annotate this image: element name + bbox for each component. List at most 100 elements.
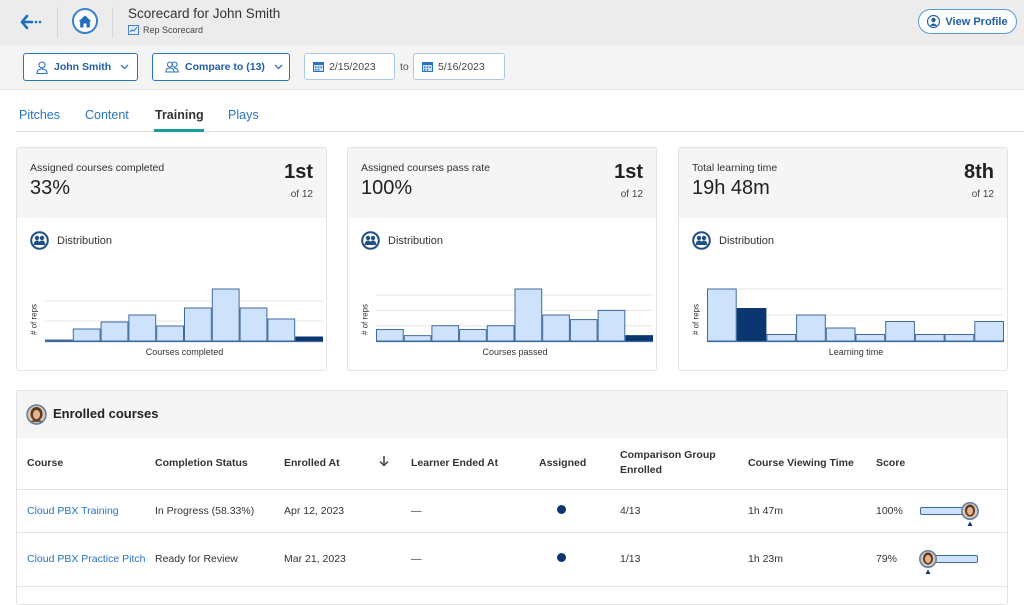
metric-card-learning-time: Total learning time 19h 48m 8th of 12 Di… (678, 147, 1008, 371)
assigned-indicator-icon (557, 553, 566, 562)
histogram-bar-current-rep (295, 336, 324, 342)
enrolled-courses-table: Course Completion Status Enrolled At Lea… (17, 438, 1007, 587)
column-header-assigned[interactable]: Assigned (539, 438, 620, 490)
home-icon (78, 15, 92, 27)
histogram-bar-current-rep (625, 335, 653, 342)
scorecard-chart-icon (128, 25, 139, 35)
tab-plays[interactable]: Plays (228, 108, 259, 122)
histogram-bar (825, 327, 856, 342)
start-date-input[interactable]: 2/15/2023 (304, 53, 395, 80)
histogram-bar (72, 328, 101, 342)
histogram-bar (944, 334, 975, 342)
enrolled-at: Apr 12, 2023 (284, 489, 379, 533)
column-header-score[interactable]: Score (876, 438, 919, 490)
top-bar: Scorecard for John Smith Rep Scorecard V… (0, 0, 1024, 45)
histogram-bar (267, 318, 296, 342)
metric-rank-of: of 12 (290, 189, 313, 200)
learner-ended-at: — (411, 532, 539, 587)
comparison-group-enrolled: 4/13 (620, 489, 748, 533)
metric-rank-of: of 12 (971, 189, 994, 200)
metric-value: 33% (30, 177, 71, 199)
comparison-group-enrolled: 1/13 (620, 532, 748, 587)
histogram-bar (376, 329, 404, 342)
enrolled-courses-panel: Enrolled courses Course Completion Statu… (16, 390, 1008, 605)
tab-training[interactable]: Training (155, 108, 204, 122)
profile-icon (927, 15, 941, 28)
rep-selector-button[interactable]: John Smith (23, 53, 138, 81)
column-header-comparison-group-enrolled[interactable]: Comparison Group Enrolled (620, 438, 748, 490)
table-row: Cloud PBX Practice Pitch Ready for Revie… (17, 532, 1007, 587)
x-axis-label: Courses completed (145, 347, 224, 357)
metric-rank: 8th (964, 161, 994, 183)
card-header: Assigned courses completed 33% 1st of 12 (17, 148, 326, 218)
histogram-bar (403, 335, 432, 342)
distribution-header: Distribution (692, 231, 774, 250)
card-header: Assigned courses pass rate 100% 1st of 1… (348, 148, 656, 218)
subtitle-text: Rep Scorecard (143, 25, 204, 35)
divider (112, 7, 113, 38)
completion-status: Ready for Review (155, 532, 284, 587)
distribution-label: Distribution (57, 234, 113, 247)
course-viewing-time: 1h 47m (748, 489, 876, 533)
metric-title: Assigned courses pass rate (361, 162, 490, 174)
histogram-bar (459, 329, 487, 342)
panel-header: Enrolled courses (17, 391, 1007, 438)
rep-position-marker[interactable] (919, 549, 937, 575)
tab-pitches[interactable]: Pitches (19, 108, 60, 122)
histogram-bar (542, 314, 570, 342)
column-header-course-viewing-time[interactable]: Course Viewing Time (748, 438, 876, 490)
course-link[interactable]: Cloud PBX Practice Pitch (27, 553, 145, 565)
score-bar-cell (919, 532, 1007, 587)
sort-toggle[interactable] (379, 438, 411, 490)
end-date-input[interactable]: 5/16/2023 (413, 53, 505, 80)
metric-rank: 1st (284, 161, 313, 183)
enrolled-at: Mar 21, 2023 (284, 532, 379, 587)
column-header-completion-status[interactable]: Completion Status (155, 438, 284, 490)
course-link[interactable]: Cloud PBX Training (27, 505, 119, 517)
histogram-bar (885, 321, 915, 342)
sort-spacer (379, 489, 411, 533)
histogram-bar (100, 321, 129, 342)
compare-to-button[interactable]: Compare to (13) (152, 53, 290, 81)
metric-card-pass-rate: Assigned courses pass rate 100% 1st of 1… (347, 147, 657, 371)
rep-position-marker[interactable] (961, 501, 979, 527)
assigned-indicator-icon (557, 504, 566, 514)
y-axis-label: # of reps (29, 303, 39, 336)
learner-ended-at: — (411, 489, 539, 533)
divider (57, 7, 58, 38)
column-header-learner-ended-at[interactable]: Learner Ended At (411, 438, 539, 490)
back-arrow-icon (20, 14, 42, 30)
column-header-enrolled-at[interactable]: Enrolled At (284, 438, 379, 490)
home-button[interactable] (72, 8, 98, 34)
metric-rank-of: of 12 (620, 189, 643, 200)
histogram-bar (128, 314, 157, 342)
tab-content[interactable]: Content (85, 108, 129, 122)
histogram-bar (45, 339, 73, 342)
distribution-group-icon (692, 231, 711, 250)
score-distribution-bar (919, 548, 979, 574)
column-header-score-bar (919, 438, 1007, 490)
view-profile-button[interactable]: View Profile (918, 9, 1017, 34)
filter-bar: John Smith Compare to (13) 2/15/2023 to (0, 45, 1024, 90)
histogram-bar (597, 309, 626, 342)
histogram-bar (156, 325, 184, 342)
table-row: Cloud PBX Training In Progress (58.33%) … (17, 489, 1007, 533)
histogram-bar (514, 288, 543, 342)
assigned-cell (539, 532, 620, 587)
histogram-bar (569, 319, 598, 342)
start-date-value: 2/15/2023 (329, 60, 376, 73)
rep-selector-label: John Smith (54, 61, 112, 73)
metric-card-courses-completed: Assigned courses completed 33% 1st of 12… (16, 147, 327, 371)
panel-title: Enrolled courses (53, 406, 159, 421)
sort-spacer (379, 532, 411, 587)
histogram-bar (855, 334, 886, 342)
metric-title: Total learning time (692, 162, 778, 174)
score-bar-cell (919, 489, 1007, 533)
sort-descending-arrow-icon (379, 455, 389, 467)
metric-rank: 1st (614, 161, 643, 183)
person-icon (36, 60, 48, 74)
histogram-bar (211, 288, 240, 342)
column-header-course[interactable]: Course (17, 438, 155, 490)
back-button[interactable] (20, 14, 44, 30)
distribution-group-icon (361, 231, 380, 250)
